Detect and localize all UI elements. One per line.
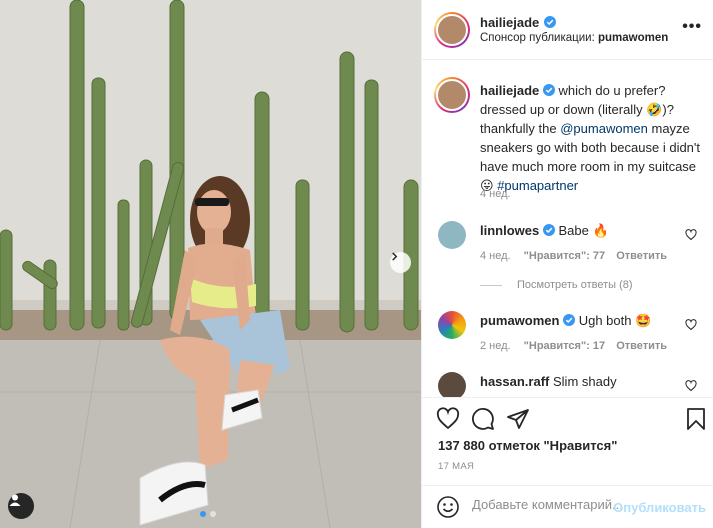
comment-text: Babe 🔥 xyxy=(558,223,609,238)
verified-icon xyxy=(563,314,576,326)
publish-button[interactable]: Опубликовать xyxy=(613,500,706,515)
likes-count[interactable]: 137 880 отметок "Нравится" xyxy=(438,438,617,453)
caption-author[interactable]: hailiejade xyxy=(480,83,539,98)
view-replies-button[interactable]: Посмотреть ответы (8) xyxy=(480,279,633,291)
comment-meta: 2 нед. "Нравится": 17 Ответить xyxy=(480,340,667,352)
comment-like-icon[interactable] xyxy=(685,319,697,331)
post-sidebar: hailiejade Спонсор публикации: pumawomen… xyxy=(421,0,713,528)
comment-text: Ugh both 🤩 xyxy=(578,313,652,328)
comment-likes[interactable]: "Нравится": 77 xyxy=(524,250,605,262)
user-tag-icon xyxy=(9,494,21,506)
verified-icon xyxy=(542,224,555,236)
author-line: hailiejade xyxy=(480,14,556,32)
author-avatar[interactable] xyxy=(434,12,470,48)
chevron-right-icon xyxy=(392,252,398,261)
comment-avatar[interactable] xyxy=(438,372,466,397)
user-tag-button[interactable] xyxy=(8,493,34,519)
carousel-next-button[interactable] xyxy=(390,252,411,273)
comment-row: pumawomen Ugh both 🤩 xyxy=(480,312,651,330)
comment-icon[interactable] xyxy=(471,407,495,431)
emoji-icon[interactable] xyxy=(436,495,460,519)
carousel-dots xyxy=(200,511,216,517)
heart-icon[interactable] xyxy=(436,407,460,431)
caption-age[interactable]: 4 нед. xyxy=(480,188,511,200)
share-icon[interactable] xyxy=(506,407,530,431)
reply-button[interactable]: Ответить xyxy=(616,250,667,262)
replies-divider xyxy=(480,284,502,286)
comment-like-icon[interactable] xyxy=(685,229,697,241)
comment-meta: 4 нед. "Нравится": 77 Ответить xyxy=(480,250,667,262)
caption-avatar[interactable] xyxy=(434,77,470,113)
photo-illustration xyxy=(0,0,421,528)
comment-like-icon[interactable] xyxy=(685,380,697,392)
comment-author[interactable]: pumawomen xyxy=(480,313,559,328)
bookmark-icon[interactable] xyxy=(684,407,708,431)
comment-author[interactable]: hassan.raff xyxy=(480,374,549,389)
verified-icon xyxy=(543,16,556,28)
comment-avatar[interactable] xyxy=(438,311,466,339)
reply-button[interactable]: Ответить xyxy=(616,340,667,352)
comment-row: linnlowes Babe 🔥 xyxy=(480,222,609,240)
comment-text: Slim shady xyxy=(553,374,617,389)
carousel-dot-active xyxy=(200,511,206,517)
comment-input[interactable] xyxy=(472,497,622,512)
sponsor-prefix: Спонсор публикации: xyxy=(480,32,595,44)
comments-list: hailiejade which do u prefer? dressed up… xyxy=(422,61,713,397)
sponsor-line: Спонсор публикации: pumawomen xyxy=(480,32,668,44)
comment-likes[interactable]: "Нравится": 17 xyxy=(524,340,605,352)
more-options-button[interactable]: ••• xyxy=(682,19,702,35)
comment-age[interactable]: 4 нед. xyxy=(480,250,511,262)
post-date[interactable]: 17 МАЯ xyxy=(438,461,474,472)
view-replies-label: Посмотреть ответы (8) xyxy=(517,279,633,291)
comment-avatar[interactable] xyxy=(438,221,466,249)
verified-icon xyxy=(542,84,555,96)
comment-author[interactable]: linnlowes xyxy=(480,223,539,238)
carousel-dot xyxy=(210,511,216,517)
post-actions: 137 880 отметок "Нравится" 17 МАЯ xyxy=(422,397,713,485)
caption-mention[interactable]: @pumawomen xyxy=(560,121,648,136)
caption: hailiejade which do u prefer? dressed up… xyxy=(480,81,708,195)
sponsor-name[interactable]: pumawomen xyxy=(598,32,668,44)
post-header: hailiejade Спонсор публикации: pumawomen… xyxy=(422,0,713,60)
add-comment-bar: Опубликовать xyxy=(422,485,713,528)
post-photo[interactable] xyxy=(0,0,421,528)
comment-age[interactable]: 2 нед. xyxy=(480,340,511,352)
comment-row: hassan.raff Slim shady xyxy=(480,373,617,391)
author-username[interactable]: hailiejade xyxy=(480,15,539,30)
